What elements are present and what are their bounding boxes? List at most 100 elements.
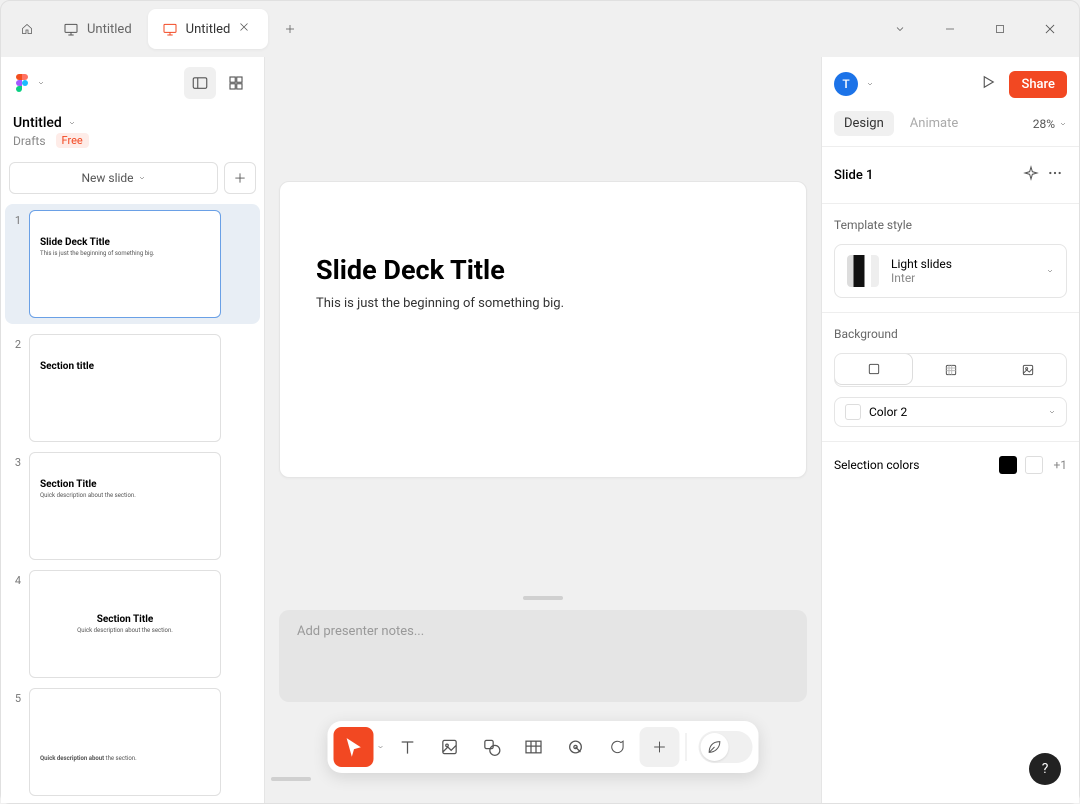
template-name: Light slides	[891, 257, 952, 271]
comment-tool[interactable]	[598, 727, 638, 767]
slide-thumb-3[interactable]: 3 Section Title Quick description about …	[9, 452, 256, 560]
thumb-subtitle: Quick description about the section.	[40, 492, 210, 499]
help-button[interactable]: ?	[1029, 753, 1061, 785]
left-sidebar: Untitled Drafts Free New slide 1	[1, 57, 265, 803]
close-window-button[interactable]	[1027, 9, 1073, 49]
tab-untitled-1[interactable]: Untitled	[49, 9, 146, 49]
share-button[interactable]: Share	[1009, 71, 1067, 98]
more-options[interactable]	[1043, 161, 1067, 189]
chevron-down-icon	[1059, 120, 1067, 128]
text-icon	[398, 737, 418, 757]
text-tool[interactable]	[388, 727, 428, 767]
presentation-icon	[162, 21, 178, 37]
selection-color-white[interactable]	[1025, 456, 1043, 474]
play-icon	[979, 73, 997, 91]
slide-editor[interactable]: Slide Deck Title This is just the beginn…	[279, 181, 807, 478]
move-tool[interactable]	[334, 727, 374, 767]
shape-tool[interactable]	[472, 727, 512, 767]
comment-icon	[608, 737, 628, 757]
tab-untitled-2[interactable]: Untitled	[148, 9, 269, 49]
slide-title-text[interactable]: Slide Deck Title	[316, 254, 770, 286]
template-thumb	[847, 255, 879, 287]
bottom-toolbar	[328, 721, 759, 773]
thumb-number: 4	[9, 574, 21, 587]
close-icon[interactable]	[238, 21, 254, 37]
table-tool[interactable]	[514, 727, 554, 767]
thumb-title: Section Title	[97, 614, 154, 625]
new-tab[interactable]	[270, 9, 310, 49]
bg-gradient-option[interactable]	[912, 354, 989, 386]
color-swatch	[845, 404, 861, 420]
sidebar-resize-handle[interactable]	[271, 777, 311, 781]
figma-logo-icon	[13, 74, 31, 92]
notes-resize-handle[interactable]	[523, 596, 563, 600]
slide-thumb-1[interactable]: 1 Slide Deck Title This is just the begi…	[5, 204, 260, 324]
maximize-button[interactable]	[977, 9, 1023, 49]
slide-subtitle-text[interactable]: This is just the beginning of something …	[316, 296, 770, 311]
grid-view-button[interactable]	[220, 67, 252, 99]
chevron-down-icon	[68, 119, 76, 127]
main-menu[interactable]	[13, 74, 45, 92]
chevron-down-icon	[37, 79, 45, 87]
thumb-subtitle: This is just the beginning of something …	[40, 250, 210, 257]
thumb-number: 2	[9, 338, 21, 351]
presentation-icon	[63, 21, 79, 37]
home-icon	[21, 21, 33, 37]
design-mode-toggle[interactable]	[699, 731, 753, 763]
presenter-notes[interactable]: Add presenter notes...	[279, 610, 807, 702]
additional-colors-count[interactable]: +1	[1053, 458, 1067, 472]
project-title-text: Untitled	[13, 115, 62, 131]
filmstrip-view-button[interactable]	[184, 67, 216, 99]
chevron-down-icon	[1046, 267, 1054, 275]
window-dropdown[interactable]	[877, 9, 923, 49]
thumb-title: Slide Deck Title	[40, 237, 210, 248]
media-tool[interactable]	[430, 727, 470, 767]
tab-label: Untitled	[87, 22, 132, 37]
click-icon	[566, 737, 586, 757]
plan-badge: Free	[56, 133, 89, 148]
slide-thumb-2[interactable]: 2 Section title	[9, 334, 256, 442]
canvas[interactable]: Slide Deck Title This is just the beginn…	[265, 57, 821, 803]
new-slide-button[interactable]: New slide	[9, 162, 218, 194]
home-tab[interactable]	[7, 9, 47, 49]
animate-tab[interactable]: Animate	[900, 111, 968, 136]
slide-thumbnails: 1 Slide Deck Title This is just the begi…	[1, 204, 264, 803]
bg-image-option[interactable]	[989, 354, 1066, 386]
embed-tool[interactable]	[556, 727, 596, 767]
chevron-down-icon[interactable]	[866, 80, 874, 88]
template-font: Inter	[891, 271, 952, 285]
chevron-down-icon	[377, 743, 385, 751]
slide-thumb-5[interactable]: 5 Quick description about the section.	[9, 688, 256, 796]
background-header: Background	[834, 327, 1067, 341]
panel-icon	[191, 74, 209, 92]
ai-button[interactable]	[1019, 161, 1043, 189]
slide-thumb-4[interactable]: 4 Section Title Quick description about …	[9, 570, 256, 678]
dots-icon	[1047, 165, 1063, 181]
notes-placeholder: Add presenter notes...	[297, 624, 424, 639]
selected-slide-label: Slide 1	[834, 168, 873, 183]
project-title[interactable]: Untitled	[1, 109, 264, 133]
zoom-control[interactable]: 28%	[1033, 117, 1067, 131]
bg-solid-option[interactable]	[834, 353, 913, 385]
more-tools[interactable]	[640, 727, 680, 767]
design-tab[interactable]: Design	[834, 111, 894, 136]
selection-color-black[interactable]	[999, 456, 1017, 474]
avatar[interactable]: T	[834, 72, 858, 96]
template-selector[interactable]: Light slides Inter	[834, 244, 1067, 298]
chevron-down-icon	[1048, 408, 1056, 416]
image-icon	[1020, 362, 1036, 378]
present-button[interactable]	[975, 69, 1001, 99]
breadcrumb[interactable]: Drafts	[13, 134, 46, 148]
minimize-button[interactable]	[927, 9, 973, 49]
selection-colors-label: Selection colors	[834, 458, 920, 472]
move-tool-dropdown[interactable]	[376, 743, 386, 751]
zoom-value: 28%	[1033, 117, 1055, 131]
thumb-number: 5	[9, 692, 21, 705]
tab-label: Untitled	[186, 22, 231, 37]
toolbar-separator	[686, 733, 687, 761]
thumb-number: 3	[9, 456, 21, 469]
sparkle-icon	[1023, 165, 1039, 181]
background-color-selector[interactable]: Color 2	[834, 397, 1067, 427]
add-slide-button[interactable]	[224, 162, 256, 194]
cursor-icon	[344, 737, 364, 757]
